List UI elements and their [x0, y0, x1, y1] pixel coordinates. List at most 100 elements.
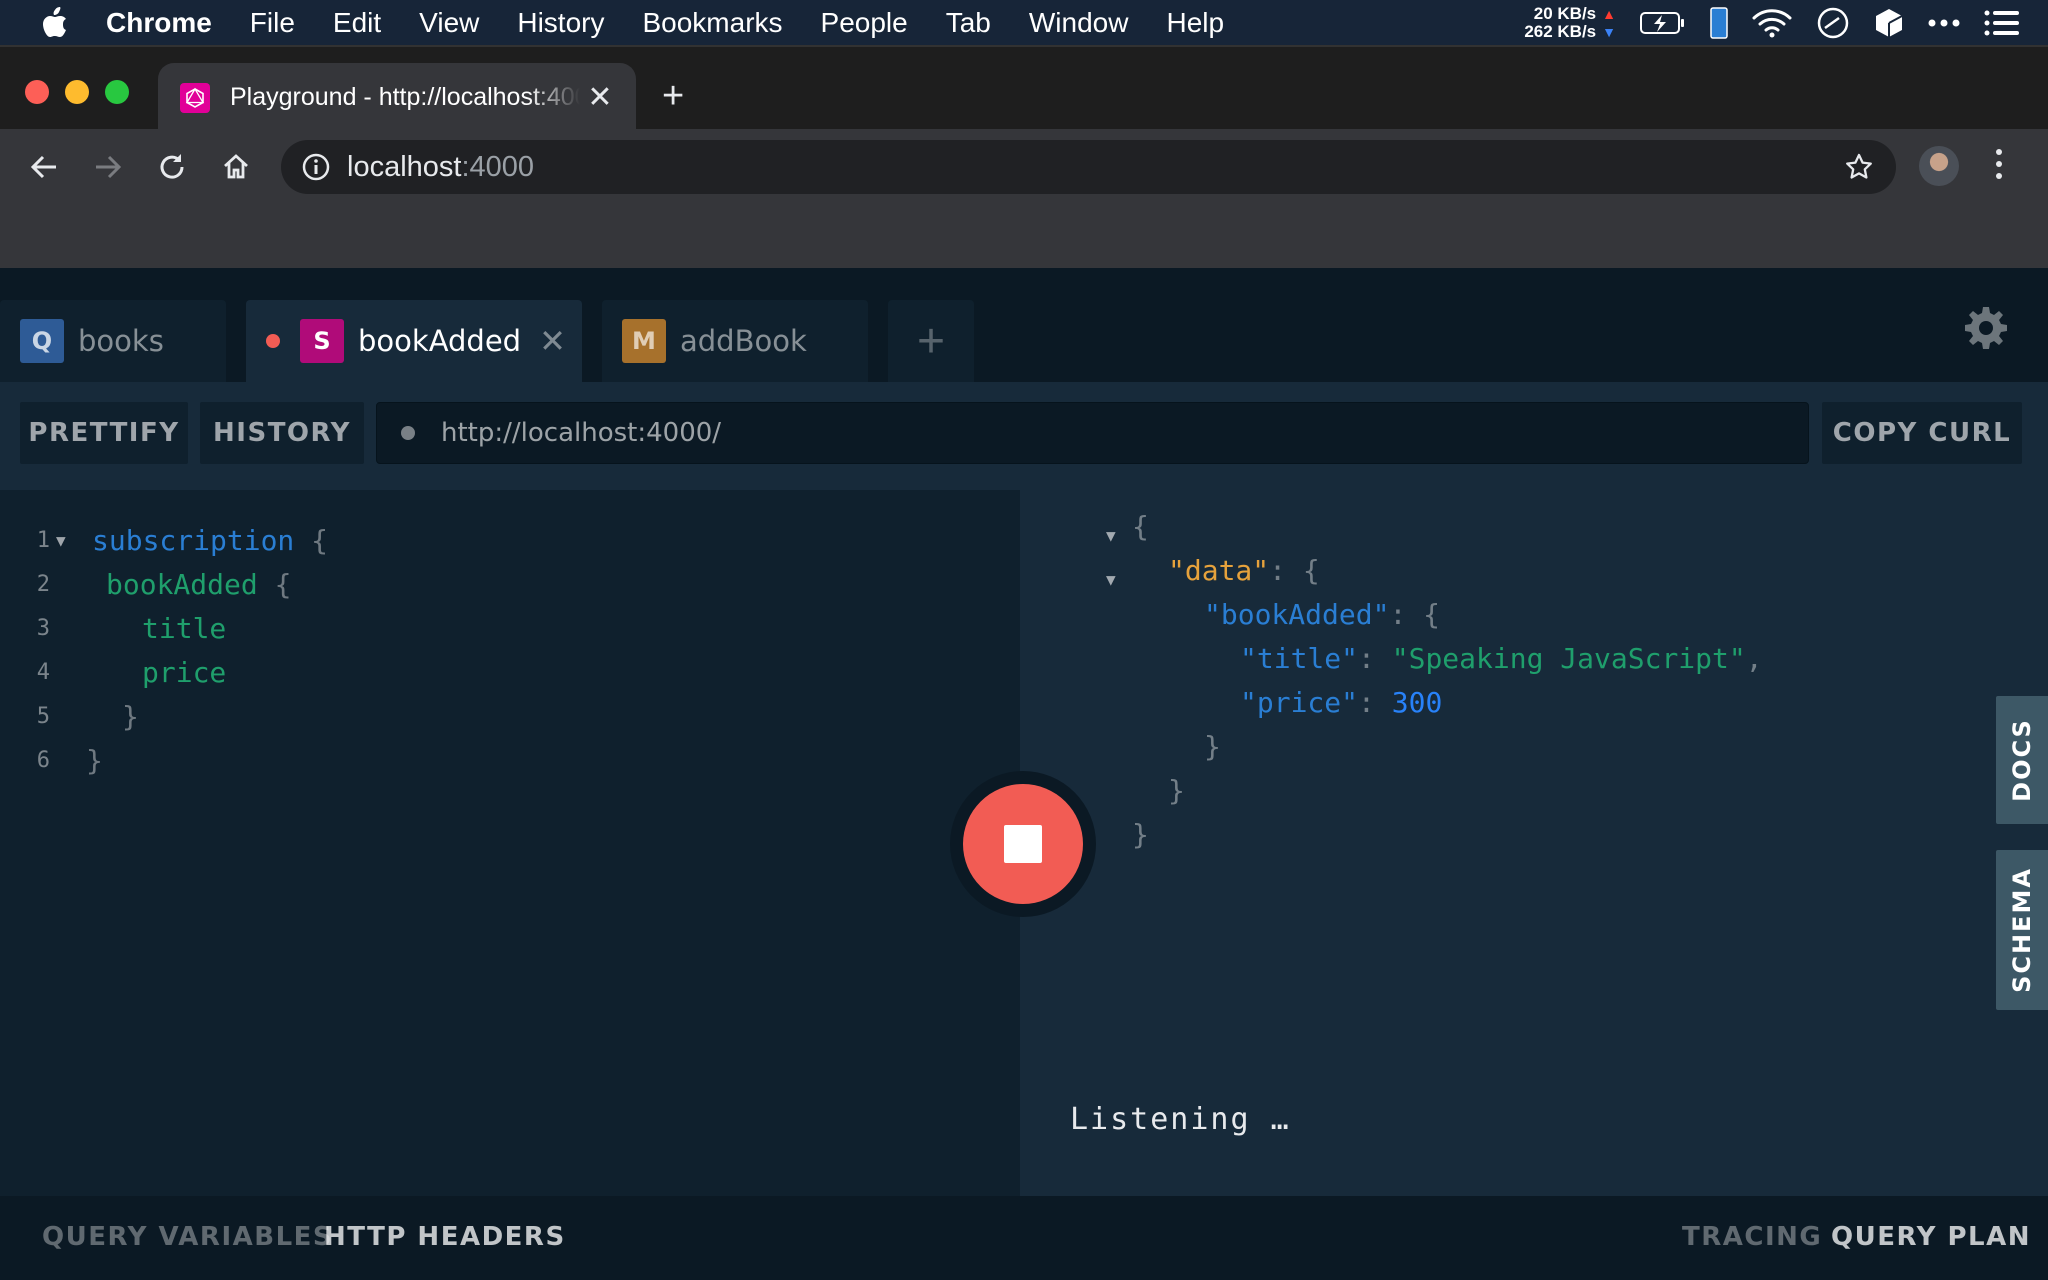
- more-icon[interactable]: [1928, 18, 1960, 28]
- new-tab-button[interactable]: +: [662, 77, 684, 115]
- field-title: title: [142, 611, 227, 645]
- url-port: :4000: [461, 150, 535, 183]
- docs-label: DOCS: [2008, 718, 2037, 802]
- result-line: "bookAdded": {: [1204, 597, 1441, 631]
- bookmark-star-icon[interactable]: [1844, 152, 1874, 187]
- menu-file[interactable]: File: [250, 7, 295, 39]
- code-line: 1 ▼ subscription {: [0, 518, 328, 562]
- chrome-menu-icon[interactable]: [1996, 149, 2002, 179]
- playground-tab-bar: Q books S bookAdded ✕ M addBook +: [0, 268, 2048, 382]
- menu-bookmarks[interactable]: Bookmarks: [642, 7, 782, 39]
- value-title: "Speaking JavaScript": [1391, 641, 1746, 675]
- endpoint-url-field[interactable]: http://localhost:4000/: [376, 402, 1809, 464]
- browser-tab-title: Playground - http://localhost:4000/: [230, 83, 580, 111]
- line-number: 5: [36, 703, 50, 729]
- browser-toolbar: localhost:4000: [0, 129, 2048, 204]
- result-viewer: ▼ ▼ { "data": { "bookAdded": { "title": …: [1020, 490, 2048, 1196]
- history-button[interactable]: HISTORY: [200, 402, 364, 464]
- result-line: }: [1168, 773, 1185, 807]
- line-number: 4: [36, 659, 50, 685]
- wifi-icon[interactable]: [1752, 8, 1792, 38]
- mutation-badge: M: [622, 319, 666, 363]
- net-arrows-icon: ▲ ▼: [1602, 5, 1616, 40]
- query-variables-tab[interactable]: QUERY VARIABLES: [42, 1222, 333, 1252]
- window-close-button[interactable]: [25, 80, 49, 104]
- settings-gear-icon[interactable]: [1962, 304, 2010, 357]
- menu-edit[interactable]: Edit: [333, 7, 381, 39]
- keyword-subscription: subscription: [92, 523, 295, 557]
- browser-tab-playground[interactable]: Playground - http://localhost:4000/ ✕: [158, 63, 636, 132]
- time-machine-icon[interactable]: [1816, 6, 1850, 40]
- docs-side-tab[interactable]: DOCS: [1996, 696, 2048, 824]
- home-icon[interactable]: [216, 147, 256, 187]
- menu-view[interactable]: View: [419, 7, 479, 39]
- stop-icon: [1004, 825, 1042, 863]
- result-line: "data": {: [1168, 553, 1320, 587]
- endpoint-status-dot: [401, 426, 415, 440]
- query-badge: Q: [20, 319, 64, 363]
- toolbar-spacer: [0, 204, 2048, 268]
- query-editor[interactable]: 1 ▼ subscription { 2 bookAdded { 3 title 4 pr…: [0, 490, 1020, 1196]
- address-url[interactable]: localhost:4000: [347, 151, 534, 184]
- result-line: }: [1204, 729, 1221, 763]
- field-bookadded: bookAdded: [106, 567, 258, 601]
- browser-tab-strip: Playground - http://localhost:4000/ ✕ +: [0, 45, 2048, 132]
- fold-arrow-icon[interactable]: ▼: [1106, 526, 1116, 545]
- stop-subscription-button[interactable]: [963, 784, 1083, 904]
- tab-addbook[interactable]: M addBook: [602, 300, 868, 382]
- line-number: 3: [36, 615, 50, 641]
- code-line: 2 bookAdded {: [0, 562, 292, 606]
- schema-side-tab[interactable]: SCHEMA: [1996, 850, 2048, 1010]
- menu-help[interactable]: Help: [1166, 7, 1224, 39]
- code-line: 5}: [0, 694, 139, 738]
- code-line: 6}: [0, 738, 103, 782]
- address-bar[interactable]: localhost:4000: [281, 140, 1896, 194]
- network-speed: 20 KB/s 262 KB/s: [1524, 3, 1597, 41]
- macos-menu-bar: Chrome File Edit View History Bookmarks …: [0, 0, 2048, 45]
- back-arrow-icon[interactable]: [24, 147, 64, 187]
- bottom-panel-bar: QUERY VARIABLES HTTP HEADERS TRACING QUE…: [0, 1196, 2048, 1280]
- http-headers-tab[interactable]: HTTP HEADERS: [324, 1222, 566, 1252]
- tab-label: books: [78, 324, 164, 358]
- key-data: "data": [1168, 553, 1270, 587]
- box-app-icon[interactable]: [1874, 7, 1904, 39]
- menu-tab[interactable]: Tab: [946, 7, 991, 39]
- apple-icon[interactable]: [40, 6, 72, 39]
- window-zoom-button[interactable]: [105, 80, 129, 104]
- fold-arrow-icon[interactable]: ▼: [1106, 570, 1116, 589]
- url-host: localhost: [347, 150, 462, 183]
- menu-window[interactable]: Window: [1029, 7, 1129, 39]
- menu-history[interactable]: History: [517, 7, 604, 39]
- add-tab-button[interactable]: +: [888, 300, 974, 382]
- status-area: 20 KB/s 262 KB/s ▲ ▼: [1524, 0, 2020, 45]
- menu-chrome[interactable]: Chrome: [106, 7, 212, 39]
- prettify-button[interactable]: PRETTIFY: [20, 402, 188, 464]
- menu-people[interactable]: People: [821, 7, 908, 39]
- tracing-tab[interactable]: TRACING: [1682, 1222, 1822, 1252]
- tab-label: bookAdded: [358, 324, 522, 358]
- reload-icon[interactable]: [152, 147, 192, 187]
- notification-center-icon[interactable]: [1984, 10, 2020, 36]
- value-price: 300: [1391, 685, 1443, 719]
- query-plan-tab[interactable]: QUERY PLAN: [1831, 1222, 2031, 1252]
- net-upload: 20 KB/s: [1533, 3, 1597, 23]
- close-tab-icon[interactable]: ✕: [539, 322, 566, 360]
- close-icon[interactable]: ✕: [580, 80, 620, 115]
- tab-books[interactable]: Q books: [0, 300, 226, 382]
- tab-bookadded[interactable]: S bookAdded ✕: [246, 300, 582, 382]
- line-number: 2: [36, 571, 50, 597]
- profile-avatar[interactable]: [1919, 146, 1959, 186]
- subscription-badge: S: [300, 319, 344, 363]
- net-download: 262 KB/s: [1524, 21, 1597, 41]
- line-number: 1: [36, 527, 50, 553]
- code-line: 3 title: [0, 606, 227, 650]
- phone-icon[interactable]: [1710, 6, 1728, 39]
- graphql-favicon-icon: [180, 82, 210, 113]
- battery-icon[interactable]: [1640, 11, 1686, 35]
- window-minimize-button[interactable]: [65, 80, 89, 104]
- forward-arrow-icon[interactable]: [88, 147, 128, 187]
- fold-arrow-icon[interactable]: ▼: [56, 531, 72, 550]
- endpoint-url: http://localhost:4000/: [441, 418, 722, 448]
- copy-curl-button[interactable]: COPY CURL: [1822, 402, 2022, 464]
- site-info-icon[interactable]: [301, 152, 331, 182]
